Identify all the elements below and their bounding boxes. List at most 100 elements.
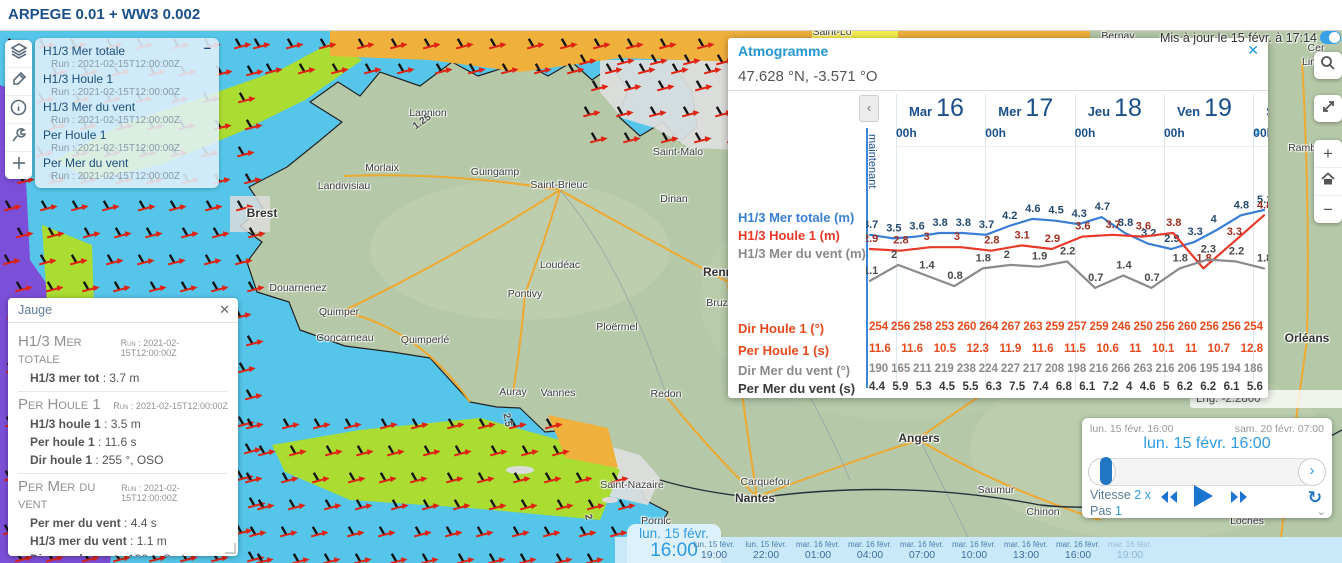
- timeline-entry-date: lun. 15 févr.: [740, 540, 792, 549]
- city-label: Landivisiau: [318, 180, 371, 192]
- svg-text:2.8: 2.8: [984, 235, 999, 247]
- svg-text:3.3: 3.3: [1227, 226, 1242, 238]
- timeline-entry[interactable]: lun. 15 févr.22:00: [740, 537, 792, 561]
- timeline-entry[interactable]: mar. 16 févr.01:00: [792, 537, 844, 561]
- city-label: Saumur: [978, 484, 1015, 496]
- city-label: Angers: [898, 431, 939, 445]
- layer-item[interactable]: H1/3 Houle 1Run : 2021-02-15T12:00:00Z: [43, 72, 211, 98]
- data-value: 4: [1126, 381, 1132, 393]
- next-days-button[interactable]: ›: [1255, 123, 1260, 139]
- slider-handle[interactable]: [1100, 457, 1112, 485]
- city-label: Carquefou: [740, 476, 789, 488]
- add-layer-button[interactable]: [5, 152, 32, 179]
- city-label: Dinan: [660, 193, 687, 205]
- data-value: 11.9: [999, 343, 1021, 355]
- svg-text:1.9: 1.9: [1032, 251, 1047, 263]
- timeline-entry[interactable]: lun. 15 févr.19:00: [688, 537, 740, 561]
- range-start-label: lun. 15 févr. 16:00: [1090, 423, 1173, 435]
- zoom-out-button[interactable]: −: [1314, 196, 1342, 223]
- search-control: [1314, 52, 1342, 79]
- layer-name: H1/3 Mer totale: [43, 44, 211, 58]
- play-button[interactable]: [1192, 484, 1214, 513]
- city-label: Quimper: [319, 306, 359, 318]
- gauge-section: Per Houle 1Run : 2021-02-15T12:00:00ZH1/…: [18, 392, 228, 474]
- city-label: Nantes: [735, 491, 775, 505]
- day-name: Mar: [909, 104, 932, 119]
- layer-name: Per Houle 1: [43, 128, 211, 142]
- svg-text:2.3: 2.3: [1201, 244, 1216, 256]
- chevron-down-icon: ⌄: [1317, 506, 1326, 518]
- svg-text:1.1: 1.1: [866, 265, 878, 277]
- data-value: 254: [1244, 321, 1263, 333]
- svg-text:2.2: 2.2: [1229, 245, 1244, 257]
- resize-handle[interactable]: [225, 543, 236, 554]
- home-button[interactable]: [1314, 168, 1342, 196]
- day-name: Jeu: [1088, 104, 1110, 119]
- rewind-button[interactable]: [1160, 490, 1178, 509]
- info-button[interactable]: [5, 96, 32, 124]
- timeline-entry[interactable]: mar. 16 févr.07:00: [896, 537, 948, 561]
- data-value: 246: [1112, 321, 1131, 333]
- layer-item[interactable]: H1/3 Mer totaleRun : 2021-02-15T12:00:00…: [43, 44, 211, 70]
- gauge-value-row: Per houle 1 : 11.6 s: [30, 435, 228, 449]
- gauge-header[interactable]: Jauge ✕: [8, 298, 238, 323]
- city-label: Orléans: [1285, 331, 1330, 345]
- layer-item[interactable]: H1/3 Mer du ventRun : 2021-02-15T12:00:0…: [43, 100, 211, 126]
- fast-forward-button[interactable]: [1230, 490, 1248, 509]
- expand-button[interactable]: [1314, 95, 1342, 122]
- city-label: Saint-Brieuc: [530, 179, 587, 191]
- layer-item[interactable]: Per Houle 1Run : 2021-02-15T12:00:00Z: [43, 128, 211, 154]
- data-value: 6.2: [1177, 381, 1193, 393]
- timeline-entry[interactable]: mar. 16 févr.10:00: [948, 537, 1000, 561]
- gauge-section-name: H1/3 Mer totale: [18, 333, 121, 367]
- day-header[interactable]: Jeu18: [1075, 94, 1164, 126]
- day-header[interactable]: Ven19: [1164, 94, 1253, 126]
- info-icon: [10, 99, 27, 121]
- city-label: Chinon: [1026, 506, 1059, 518]
- timeline-entry-time: 19:00: [1104, 549, 1156, 561]
- timeline-entry[interactable]: mar. 16 févr.04:00: [844, 537, 896, 561]
- svg-text:4.7: 4.7: [1095, 201, 1110, 213]
- data-value: 257: [1067, 321, 1086, 333]
- data-value: 5.5: [962, 381, 978, 393]
- toggle-knob: [1329, 32, 1340, 43]
- contour-label: 2.5: [500, 412, 513, 428]
- svg-text:3.6: 3.6: [909, 221, 924, 233]
- day-header[interactable]: Mar16: [896, 94, 985, 126]
- timeline-entry-time: 19:00: [688, 549, 740, 561]
- day-header[interactable]: Sa..: [1253, 94, 1268, 126]
- layer-run: Run : 2021-02-15T12:00:00Z: [51, 87, 211, 98]
- data-value: 7.4: [1033, 381, 1049, 393]
- layers-icon: [10, 42, 28, 65]
- layers-button[interactable]: [5, 40, 32, 68]
- auto-update-toggle[interactable]: [1320, 31, 1341, 44]
- gauge-body: H1/3 Mer totale Run : 2021-02-15T12:00:00…: [8, 323, 238, 556]
- timeline-entry[interactable]: mar. 16 févr.16:00: [1052, 537, 1104, 561]
- picker-button[interactable]: [5, 68, 32, 96]
- collapse-panel-button[interactable]: ⌄: [1317, 505, 1326, 518]
- settings-button[interactable]: [5, 124, 32, 152]
- svg-text:1.4: 1.4: [919, 260, 935, 272]
- city-label: Morlaix: [365, 162, 399, 174]
- gauge-section-title: Per Mer du ventRun : 2021-02-15T12:00:00…: [18, 478, 228, 512]
- minimize-button[interactable]: –: [204, 40, 211, 55]
- gauge-value-row: H1/3 mer du vent : 1.1 m: [30, 534, 228, 548]
- slider-track[interactable]: [1098, 458, 1316, 486]
- gauge-section-run: Run : 2021-02-15T12:00:00Z: [121, 483, 228, 503]
- svg-text:1.8: 1.8: [1173, 252, 1188, 264]
- zoom-in-button[interactable]: +: [1314, 140, 1342, 168]
- search-button[interactable]: [1314, 52, 1342, 79]
- layer-item[interactable]: Per Mer du ventRun : 2021-02-15T12:00:00…: [43, 156, 211, 182]
- prev-days-button[interactable]: ‹: [859, 95, 879, 122]
- svg-text:3: 3: [954, 231, 960, 243]
- city-label: Concarneau: [316, 332, 373, 344]
- timeline-entry[interactable]: mar. 16 févr.19:00: [1104, 537, 1156, 561]
- gauge-value-row: H1/3 mer tot : 3.7 m: [30, 371, 228, 385]
- day-header[interactable]: Mer17: [985, 94, 1074, 126]
- timeline-entry[interactable]: mar. 16 févr.13:00: [1000, 537, 1052, 561]
- series-legend-label: H1/3 Mer totale (m): [738, 210, 854, 225]
- slider-next-icon[interactable]: ›: [1298, 458, 1326, 486]
- city-label: Guingamp: [471, 166, 519, 178]
- series-legend-label: H1/3 Mer du vent (m): [738, 246, 866, 261]
- close-icon[interactable]: ✕: [219, 302, 230, 318]
